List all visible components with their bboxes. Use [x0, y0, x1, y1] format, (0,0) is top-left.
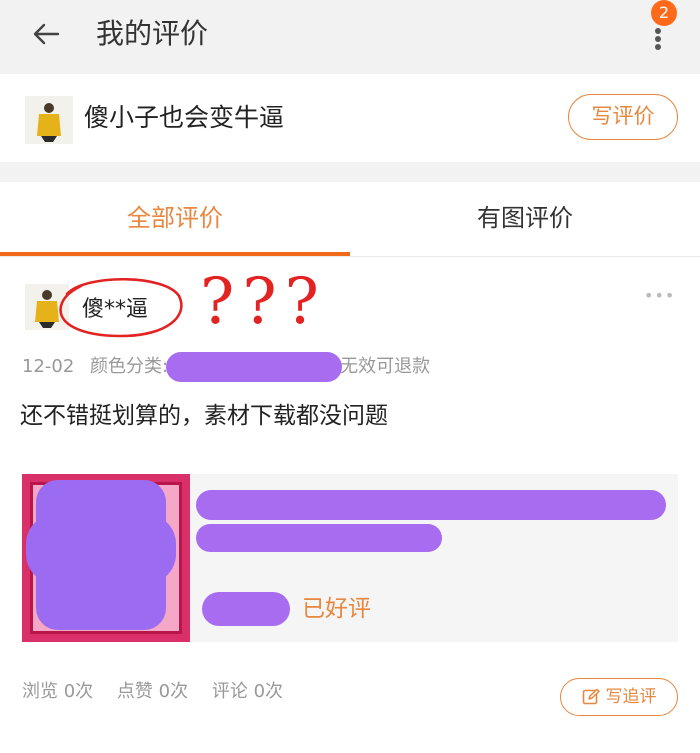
- more-menu-icon[interactable]: [646, 22, 670, 52]
- red-circle-annotation: [59, 277, 183, 338]
- shop-name: 傻小子也会变牛逼: [84, 103, 285, 132]
- follow-up-label: 写追评: [605, 687, 657, 707]
- review-meta: 12-02 颜色分类: 无效可退款: [22, 352, 430, 382]
- redacted-product-title-line2: [196, 524, 442, 552]
- back-arrow-icon[interactable]: [28, 16, 64, 52]
- tab-all-reviews[interactable]: 全部评价: [0, 198, 350, 238]
- spec-label: 颜色分类:: [90, 356, 169, 377]
- redacted-product-title-line1: [196, 490, 666, 520]
- follow-up-review-button[interactable]: 写追评: [560, 678, 678, 716]
- shop-avatar: [25, 96, 73, 144]
- refund-note: 无效可退款: [340, 356, 431, 377]
- notification-badge: 2: [651, 0, 677, 26]
- review-more-icon[interactable]: •••: [644, 286, 675, 306]
- redacted-spec: [166, 352, 343, 382]
- page-title: 我的评价: [96, 17, 209, 50]
- write-review-button[interactable]: 写评价: [568, 94, 678, 140]
- edit-icon: [582, 688, 600, 705]
- question-marks-annotation: ???: [200, 265, 327, 339]
- redacted-price: [202, 592, 290, 626]
- views-count: 浏览 0次: [22, 681, 94, 702]
- likes-count: 点赞 0次: [116, 681, 189, 702]
- tab-photo-reviews[interactable]: 有图评价: [350, 198, 700, 238]
- product-image: [22, 474, 190, 642]
- review-date: 12-02: [22, 356, 75, 377]
- review-content: 还不错挺划算的，素材下载都没问题: [20, 403, 388, 429]
- redaction-blot: [26, 514, 176, 584]
- comments-count: 评论 0次: [211, 681, 284, 702]
- review-stats: 浏览 0次 点赞 0次 评论 0次: [22, 676, 301, 708]
- review-status: 已好评: [302, 596, 371, 622]
